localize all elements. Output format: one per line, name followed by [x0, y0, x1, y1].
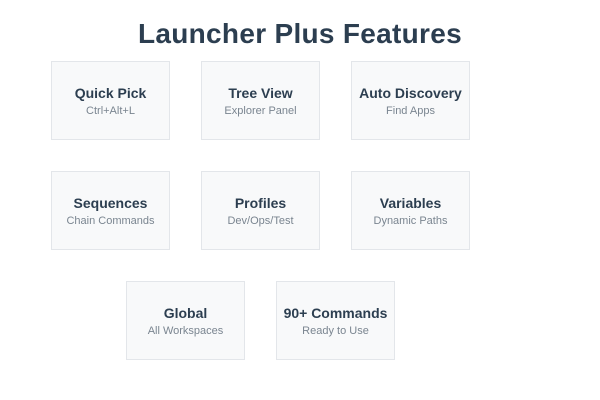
feature-card-variables: Variables Dynamic Paths: [351, 171, 470, 250]
feature-card-title: Profiles: [234, 194, 287, 211]
feature-card-auto-discovery: Auto Discovery Find Apps: [351, 61, 470, 140]
feature-card-detail: Explorer Panel: [224, 104, 297, 117]
feature-card-quick-pick: Quick Pick Ctrl+Alt+L: [51, 61, 170, 140]
feature-card-title: Variables: [379, 194, 442, 211]
feature-card-detail: Chain Commands: [66, 214, 155, 227]
feature-card-title: Tree View: [228, 84, 293, 101]
feature-card-sequences: Sequences Chain Commands: [51, 171, 170, 250]
feature-card-detail: Find Apps: [386, 104, 435, 117]
feature-card-detail: All Workspaces: [147, 324, 224, 337]
feature-card-title: Sequences: [73, 194, 148, 211]
feature-card-commands: 90+ Commands Ready to Use: [276, 281, 395, 360]
feature-card-title: Auto Discovery: [359, 84, 462, 101]
feature-card-title: 90+ Commands: [283, 304, 388, 321]
feature-card-detail: Ctrl+Alt+L: [86, 104, 135, 117]
feature-card-tree-view: Tree View Explorer Panel: [201, 61, 320, 140]
feature-card-title: Global: [163, 304, 208, 321]
feature-card-detail: Ready to Use: [302, 324, 369, 337]
feature-card-detail: Dynamic Paths: [373, 214, 448, 227]
feature-card-detail: Dev/Ops/Test: [227, 214, 294, 227]
page-title: Launcher Plus Features: [137, 18, 463, 49]
feature-card-global: Global All Workspaces: [126, 281, 245, 360]
feature-card-profiles: Profiles Dev/Ops/Test: [201, 171, 320, 250]
feature-card-title: Quick Pick: [74, 84, 147, 101]
